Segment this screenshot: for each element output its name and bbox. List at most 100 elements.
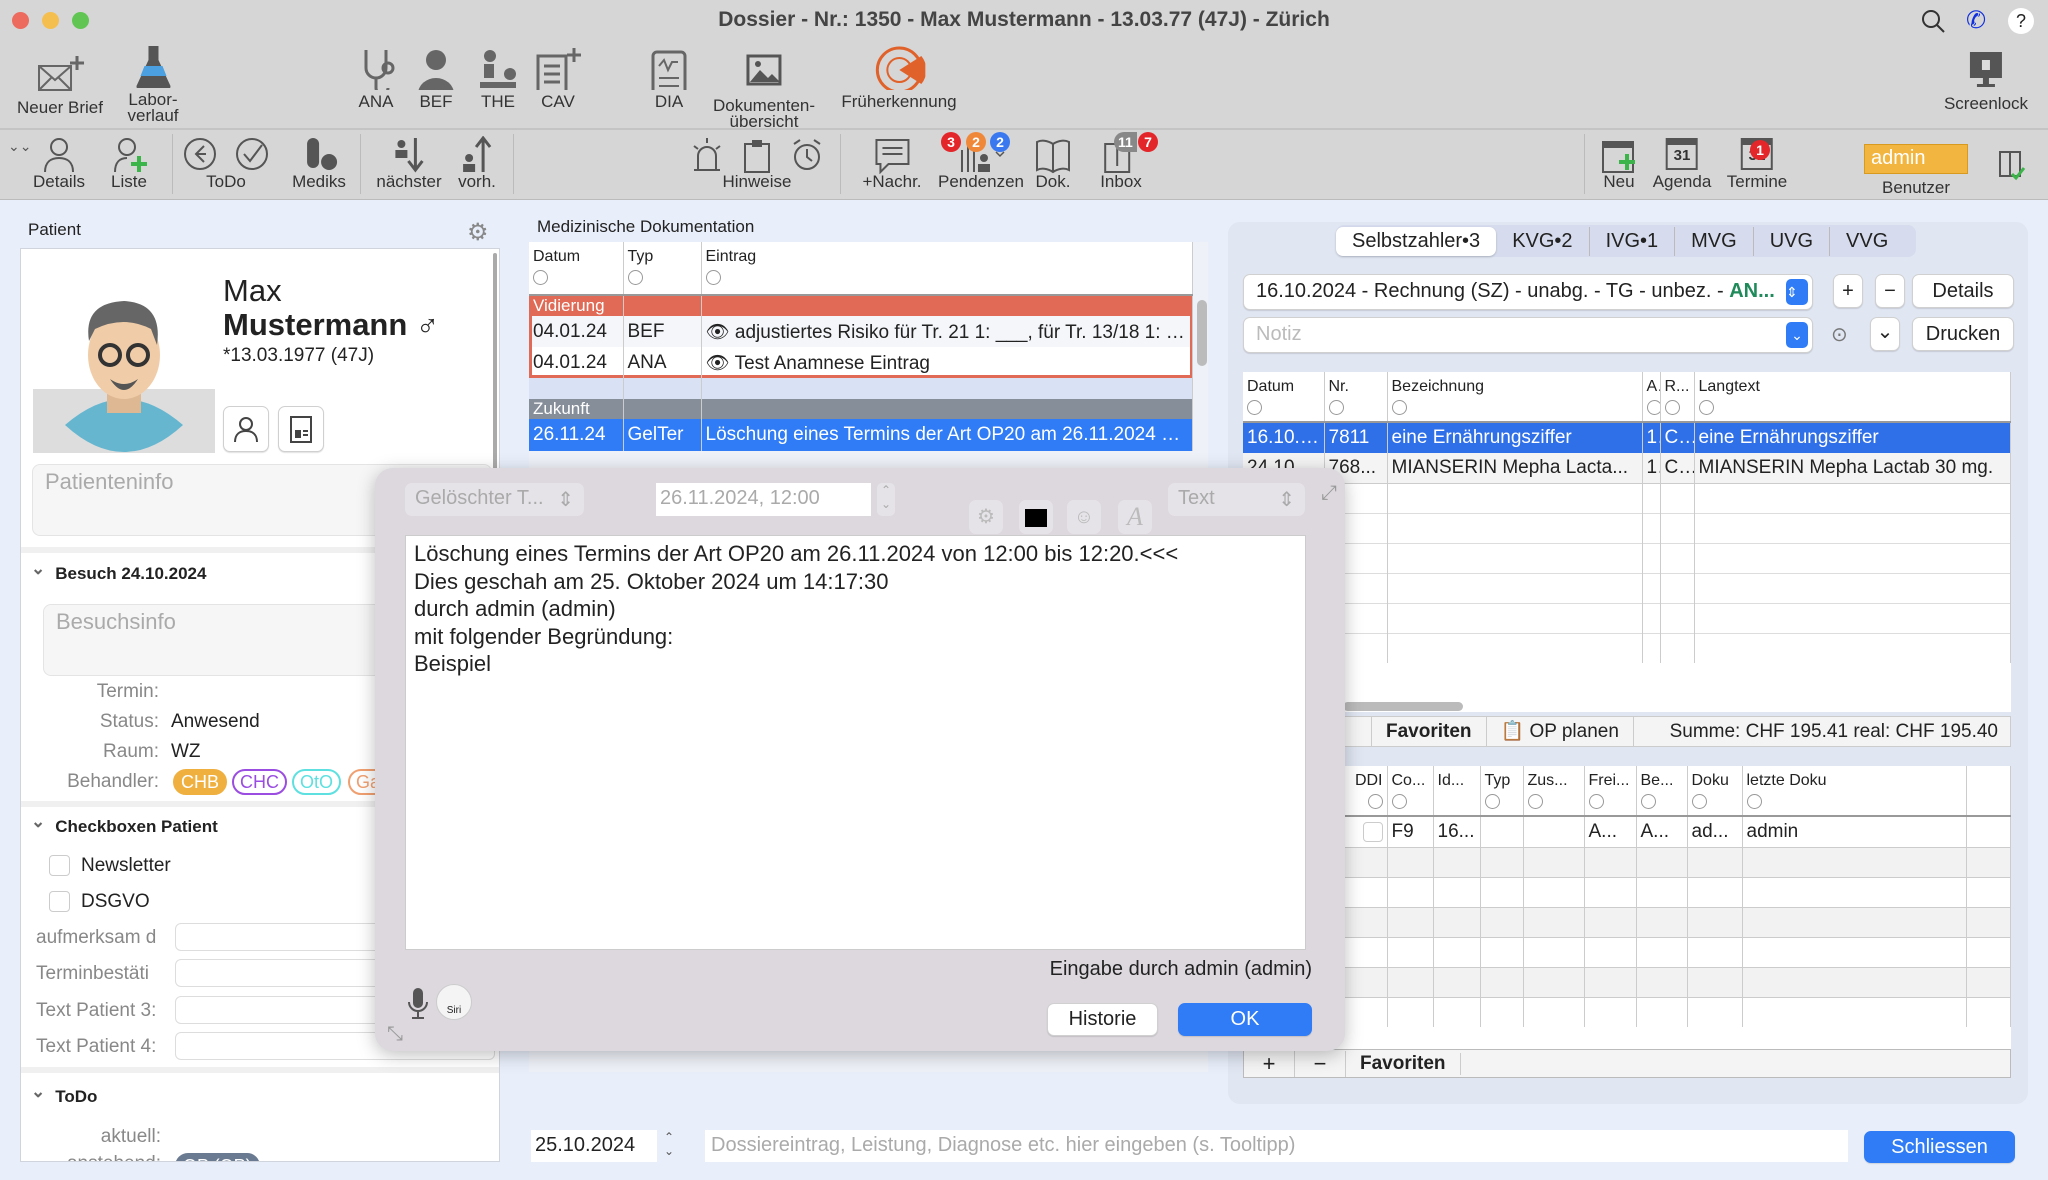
column-header-typ[interactable]: Typ xyxy=(623,242,702,296)
column-header[interactable]: Langtext xyxy=(1694,372,2011,423)
table-row[interactable]: 04.01.24 ANA 👁 Test Anamnese Eintrag xyxy=(529,347,1193,378)
dokumentenuebersicht-button[interactable]: Dokumenten-übersicht xyxy=(713,50,815,130)
column-header-eintrag[interactable]: Eintrag xyxy=(701,242,1193,296)
tab-mvg[interactable]: MVG xyxy=(1675,226,1754,256)
entry-textarea[interactable]: Löschung eines Termins der Art OP20 am 2… xyxy=(405,535,1306,950)
column-header[interactable]: Typ xyxy=(1480,766,1524,817)
column-header[interactable]: Bezeichnung xyxy=(1387,372,1643,423)
patient-card-button[interactable] xyxy=(278,406,324,452)
column-header-datum[interactable]: Datum xyxy=(529,242,624,296)
favoriten-button[interactable]: Favoriten xyxy=(1346,1052,1461,1075)
tab-selbstzahler[interactable]: Selbstzahler•3 xyxy=(1336,226,1497,256)
historie-button[interactable]: Historie xyxy=(1047,1003,1158,1036)
remove-invoice-button[interactable]: − xyxy=(1875,274,1905,308)
details-button[interactable]: Details xyxy=(1912,274,2014,308)
column-header[interactable]: Co... xyxy=(1387,766,1434,817)
drucken-button[interactable]: Drucken xyxy=(1912,317,2014,351)
tab-kvg[interactable]: KVG•2 xyxy=(1496,226,1590,256)
format-select[interactable]: Text ⇕ xyxy=(1168,483,1305,516)
shrink-icon[interactable]: ⤡ xyxy=(387,1023,403,1046)
column-header[interactable]: letzte Doku xyxy=(1742,766,1967,817)
column-header[interactable]: Nr. xyxy=(1324,372,1388,423)
horizontal-scrollbar[interactable] xyxy=(1343,702,1463,711)
scrollbar[interactable] xyxy=(493,253,497,473)
favoriten-button[interactable]: Favoriten xyxy=(1371,717,1487,746)
column-header[interactable]: Datum xyxy=(1243,372,1325,423)
nachricht-button[interactable]: +Nachr. xyxy=(862,136,922,190)
user-field[interactable]: admin xyxy=(1864,144,1968,174)
datetime-stepper[interactable]: ⌃ ⌄ xyxy=(877,483,895,516)
table-row[interactable]: 24.10.24768...MIANSERIN Mepha Lacta...1C… xyxy=(1243,453,2011,483)
bef-button[interactable]: BEF xyxy=(416,46,456,110)
screenlock-button[interactable]: Screenlock xyxy=(1944,48,2028,112)
the-button[interactable]: THE xyxy=(476,46,520,110)
table-row-selected[interactable]: 16.10.24 7811 eine Ernährungsziffer 1 C... ei… xyxy=(1243,422,2011,453)
column-header[interactable]: Zus... xyxy=(1523,766,1585,817)
search-icon[interactable] xyxy=(1920,8,1946,34)
column-header[interactable]: A xyxy=(1642,372,1661,423)
entry-type-select[interactable]: Gelöschter T... ⇕ xyxy=(405,483,584,516)
ok-button[interactable]: OK xyxy=(1178,1003,1312,1036)
entry-date-field[interactable]: 25.10.2024 xyxy=(531,1130,657,1162)
emoji-button[interactable]: ☺ xyxy=(1067,500,1101,534)
column-header[interactable]: Id... xyxy=(1433,766,1481,817)
help-icon[interactable]: ? xyxy=(2008,8,2034,34)
besuch-section-header[interactable]: Besuch 24.10.2024 xyxy=(31,564,206,584)
table-row[interactable]: 04.01.24 BEF 👁 adjustiertes Risiko für Tr.… xyxy=(529,316,1193,347)
op-planen-button[interactable]: 📋 OP planen xyxy=(1487,717,1634,746)
scrollbar[interactable] xyxy=(1197,300,1207,366)
siri-button[interactable]: Siri xyxy=(436,984,472,1020)
dossier-entry-input[interactable]: Dossiereintrag, Leistung, Diagnose etc. … xyxy=(705,1130,1848,1162)
naechster-button[interactable]: nächster xyxy=(376,136,442,190)
newsletter-checkbox[interactable] xyxy=(49,855,70,876)
ana-button[interactable]: ANA xyxy=(356,46,396,110)
tab-vvg[interactable]: VVG xyxy=(1830,227,1904,256)
todo-chip[interactable]: OP (OP) xyxy=(175,1153,260,1161)
column-header[interactable]: Frei... xyxy=(1584,766,1637,817)
ddi-checkbox[interactable] xyxy=(1362,821,1383,842)
collapse-chevron-icon[interactable]: ⌄⌄ xyxy=(8,138,31,155)
frueherkennung-button[interactable]: Früherkennung xyxy=(841,46,957,110)
behandler-chip[interactable]: CHB xyxy=(173,769,228,795)
settings-gear-button[interactable]: ⚙ xyxy=(969,500,1003,534)
neu-termin-button[interactable]: Neu xyxy=(1599,136,1639,190)
add-invoice-button[interactable]: + xyxy=(1833,274,1863,308)
table-row[interactable]: F9 16... A... A... ad... admin xyxy=(1243,816,2011,847)
datetime-field[interactable]: 26.11.2024, 12:00 xyxy=(656,483,871,516)
agenda-button[interactable]: 31 Agenda xyxy=(1653,136,1711,190)
user-switch-icon[interactable] xyxy=(1994,148,2028,182)
behandler-chip[interactable]: OtO xyxy=(292,769,342,795)
table-row-selected[interactable]: 26.11.24 GelTer Löschung eines Termins der… xyxy=(529,419,1193,451)
mediks-button[interactable]: Mediks xyxy=(292,136,346,190)
schliessen-button[interactable]: Schliessen xyxy=(1864,1131,2015,1163)
chevron-down-button[interactable]: ⌄ xyxy=(1870,317,1900,351)
vorheriger-button[interactable]: vorh. xyxy=(458,136,496,190)
column-header[interactable]: R... xyxy=(1660,372,1695,423)
add-diagnosis-button[interactable]: + xyxy=(1244,1050,1295,1077)
todo-section-header[interactable]: ToDo xyxy=(31,1087,97,1107)
dsgvo-checkbox[interactable] xyxy=(49,891,70,912)
cav-button[interactable]: CAV xyxy=(534,46,582,110)
remove-diagnosis-button[interactable]: − xyxy=(1295,1050,1346,1077)
date-stepper[interactable]: ⌃ ⌄ xyxy=(664,1130,674,1158)
notiz-field[interactable]: Notiz ⌄ xyxy=(1243,317,1813,353)
dia-button[interactable]: DIA xyxy=(649,46,689,110)
tab-ivg[interactable]: IVG•1 xyxy=(1590,226,1676,256)
expand-icon[interactable]: ⤢ xyxy=(1321,482,1337,505)
phone-icon[interactable]: ✆ xyxy=(1966,6,1986,35)
neuer-brief-button[interactable]: Neuer Brief xyxy=(17,52,103,116)
checkboxen-section-header[interactable]: Checkboxen Patient xyxy=(31,817,218,837)
color-button[interactable] xyxy=(1019,500,1053,534)
todo-button[interactable]: ToDo xyxy=(182,136,270,190)
details-button[interactable]: Details xyxy=(33,136,85,190)
invoice-select[interactable]: 16.10.2024 - Rechnung (SZ) - unabg. - TG… xyxy=(1243,274,1813,310)
patient-details-button[interactable] xyxy=(223,406,269,452)
column-header[interactable]: Doku xyxy=(1687,766,1743,817)
laborverlauf-button[interactable]: Labor-verlauf xyxy=(127,44,179,124)
font-button[interactable]: A xyxy=(1118,500,1152,534)
behandler-chip[interactable]: CHC xyxy=(232,769,287,795)
hinweise-button[interactable]: Hinweise xyxy=(690,136,824,190)
gear-icon[interactable]: ⚙ xyxy=(467,218,489,247)
liste-button[interactable]: Liste xyxy=(109,136,149,190)
column-header[interactable]: Be... xyxy=(1636,766,1688,817)
